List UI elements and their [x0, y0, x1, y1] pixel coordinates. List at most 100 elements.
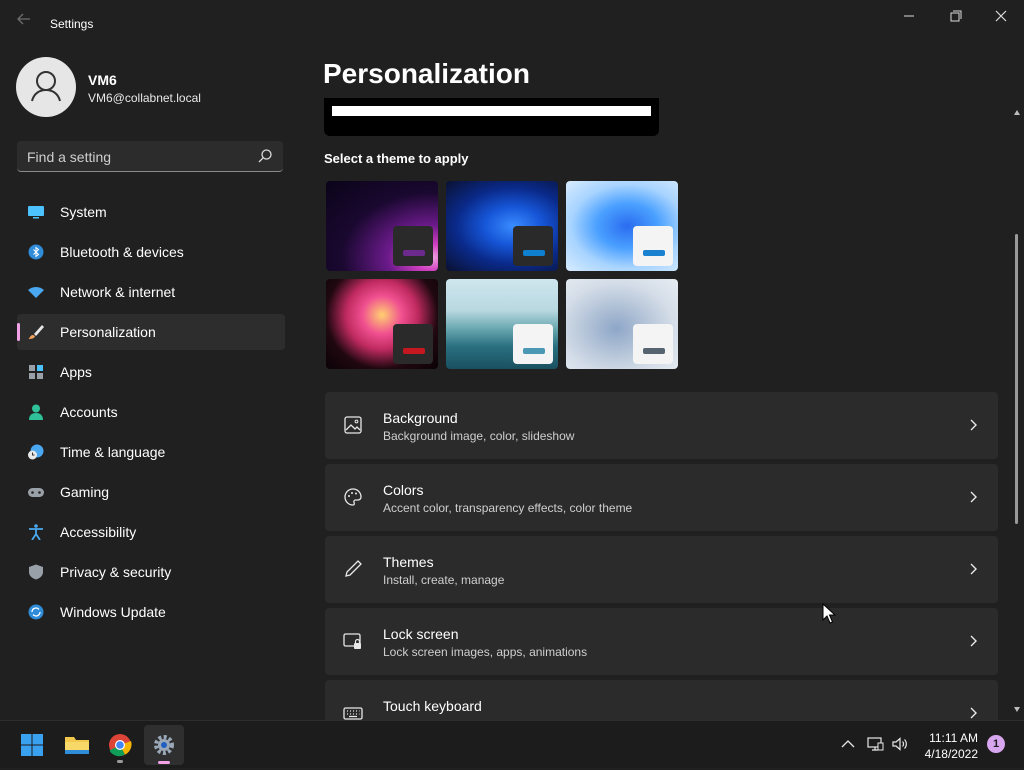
mouse-cursor-icon	[822, 603, 836, 624]
maximize-button[interactable]	[932, 6, 978, 28]
volume-icon[interactable]	[891, 735, 909, 753]
wifi-icon	[28, 287, 44, 298]
brush-icon	[28, 325, 44, 339]
sidebar-nav: System Bluetooth & devices Network & int…	[17, 194, 285, 634]
theme-swatch	[523, 348, 545, 354]
setting-themes[interactable]: Themes Install, create, manage	[325, 536, 998, 603]
search-box[interactable]	[17, 141, 283, 173]
lock-screen-icon	[343, 633, 361, 649]
apps-icon	[29, 365, 43, 379]
theme-badge	[513, 226, 553, 266]
active-indicator	[158, 761, 170, 764]
chrome-button[interactable]	[100, 725, 140, 765]
setting-title: Colors	[383, 482, 424, 498]
search-icon[interactable]	[257, 148, 273, 164]
pen-icon	[345, 560, 362, 577]
theme-tile-flow[interactable]	[566, 279, 678, 369]
bluetooth-icon	[28, 244, 44, 260]
theme-tile-bloom-dark[interactable]	[446, 181, 558, 271]
theme-swatch	[523, 250, 545, 256]
theme-badge	[633, 324, 673, 364]
theme-swatch	[643, 348, 665, 354]
vertical-scrollbar[interactable]	[1012, 110, 1022, 716]
sidebar-item-gaming[interactable]: Gaming	[17, 474, 285, 510]
theme-tile-sunrise[interactable]	[446, 279, 558, 369]
accessibility-icon	[29, 524, 43, 540]
theme-preview	[324, 98, 659, 136]
chevron-right-icon	[970, 563, 977, 575]
scrollbar-thumb[interactable]	[1015, 234, 1018, 524]
preview-taskbar	[332, 106, 651, 116]
running-indicator	[117, 760, 123, 763]
back-button[interactable]	[14, 12, 34, 32]
sidebar-item-label: Apps	[60, 364, 92, 380]
sidebar-item-apps[interactable]: Apps	[17, 354, 285, 390]
setting-title: Lock screen	[383, 626, 459, 642]
sidebar-item-label: Gaming	[60, 484, 110, 500]
start-button[interactable]	[12, 725, 52, 765]
chevron-up-icon[interactable]	[839, 735, 857, 753]
setting-title: Touch keyboard	[383, 698, 482, 714]
theme-tile-captured-motion[interactable]	[326, 279, 438, 369]
clock-globe-icon	[28, 444, 44, 460]
settings-icon	[154, 735, 174, 755]
sidebar-item-system[interactable]: System	[17, 194, 285, 230]
setting-lock-screen[interactable]: Lock screen Lock screen images, apps, an…	[325, 608, 998, 675]
sidebar-item-label: System	[60, 204, 107, 220]
theme-badge	[513, 324, 553, 364]
clock[interactable]: 11:11 AM 4/18/2022	[925, 730, 978, 762]
network-icon[interactable]	[866, 735, 884, 753]
setting-subtitle: Background image, color, slideshow	[383, 429, 575, 443]
minimize-button[interactable]	[886, 6, 932, 28]
chevron-right-icon	[970, 491, 977, 503]
maximize-icon	[950, 10, 962, 22]
search-input[interactable]	[17, 141, 259, 173]
taskbar: 11:11 AM 4/18/2022	[0, 720, 1024, 768]
scroll-up-arrow-icon[interactable]	[1014, 110, 1020, 115]
notification-badge[interactable]: 1	[987, 735, 1005, 753]
theme-tile-bloom-light[interactable]	[566, 181, 678, 271]
chevron-right-icon	[970, 635, 977, 647]
file-explorer-icon	[65, 737, 89, 754]
close-icon	[995, 10, 1007, 22]
sidebar-item-label: Accounts	[60, 404, 118, 420]
sidebar-item-network[interactable]: Network & internet	[17, 274, 285, 310]
setting-background[interactable]: Background Background image, color, slid…	[325, 392, 998, 459]
setting-subtitle: Accent color, transparency effects, colo…	[383, 501, 633, 515]
sidebar-item-personalization[interactable]: Personalization	[17, 314, 285, 350]
clock-date: 4/18/2022	[924, 747, 978, 761]
update-icon	[28, 604, 44, 620]
setting-touch-keyboard[interactable]: Touch keyboard	[325, 680, 998, 720]
sidebar-item-label: Personalization	[60, 324, 156, 340]
minimize-icon	[904, 15, 914, 17]
sidebar-item-label: Accessibility	[60, 524, 137, 540]
user-name: VM6	[88, 72, 117, 88]
sidebar-item-windows-update[interactable]: Windows Update	[17, 594, 285, 630]
setting-title: Themes	[383, 554, 434, 570]
settings-taskbar-button[interactable]	[144, 725, 184, 765]
app-title: Settings	[50, 17, 94, 31]
windows-start-icon	[21, 734, 43, 756]
scroll-down-arrow-icon[interactable]	[1014, 707, 1020, 712]
theme-swatch	[643, 250, 665, 256]
sidebar-item-accounts[interactable]: Accounts	[17, 394, 285, 430]
avatar[interactable]	[16, 57, 76, 117]
sidebar-item-privacy[interactable]: Privacy & security	[17, 554, 285, 590]
picture-icon	[344, 416, 362, 434]
sidebar-item-time-language[interactable]: Time & language	[17, 434, 285, 470]
sidebar-item-accessibility[interactable]: Accessibility	[17, 514, 285, 550]
sidebar-item-bluetooth[interactable]: Bluetooth & devices	[17, 234, 285, 270]
theme-badge	[633, 226, 673, 266]
monitor-icon	[28, 206, 44, 219]
chevron-right-icon	[970, 419, 977, 431]
file-explorer-button[interactable]	[57, 725, 97, 765]
theme-tile-glow-dark[interactable]	[326, 181, 438, 271]
back-arrow-icon	[17, 13, 30, 25]
close-button[interactable]	[978, 6, 1024, 28]
theme-swatch	[403, 250, 425, 256]
setting-subtitle: Install, create, manage	[383, 573, 505, 587]
setting-colors[interactable]: Colors Accent color, transparency effect…	[325, 464, 998, 531]
sidebar-item-label: Time & language	[60, 444, 166, 460]
shield-icon	[29, 564, 43, 580]
sidebar-item-label: Windows Update	[60, 604, 166, 620]
